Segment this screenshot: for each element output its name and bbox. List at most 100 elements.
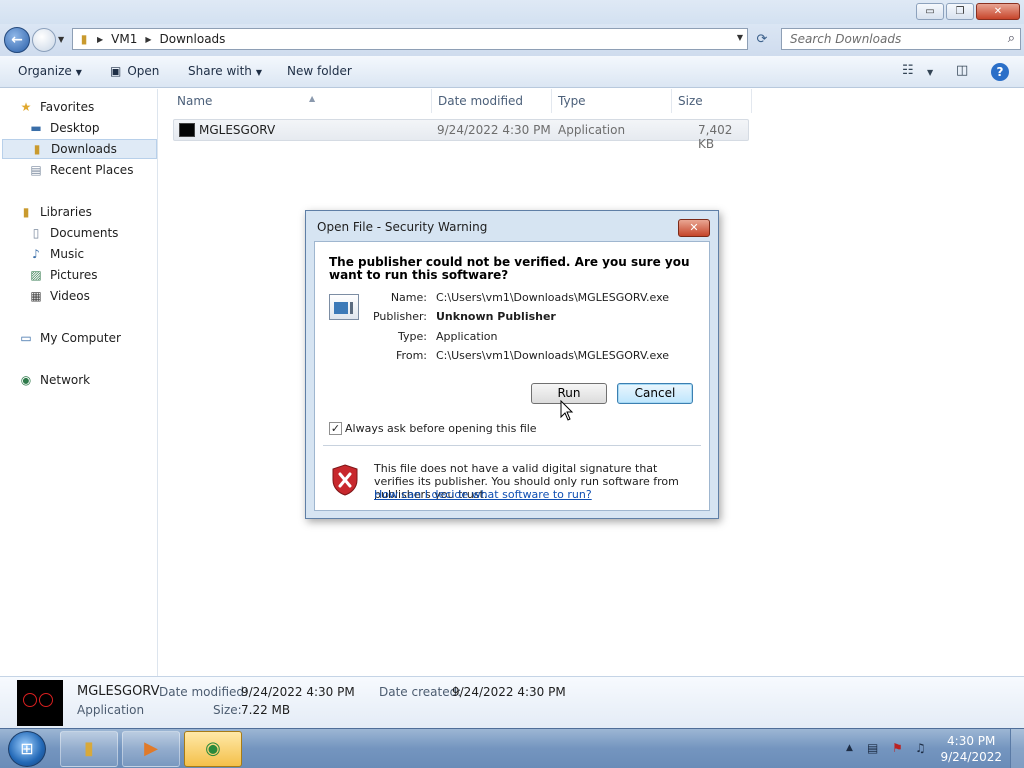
- forward-button[interactable]: [32, 28, 56, 52]
- help-link[interactable]: How can I decide what software to run?: [374, 488, 592, 501]
- name-value: C:\Users\vm1\Downloads\MGLESGORV.exe: [436, 291, 670, 304]
- sidebar-item-label: Favorites: [40, 100, 95, 114]
- organize-menu[interactable]: Organize ▼: [18, 64, 82, 78]
- close-button[interactable]: ✕: [976, 3, 1020, 20]
- preview-pane-icon[interactable]: ◫: [956, 63, 968, 78]
- back-button[interactable]: ←: [4, 27, 30, 53]
- minimize-button[interactable]: ▭: [916, 3, 944, 20]
- open-button[interactable]: ▣ Open: [110, 64, 159, 78]
- search-icon[interactable]: ⌕: [1008, 31, 1015, 46]
- breadcrumb-downloads[interactable]: Downloads: [160, 32, 226, 46]
- computer-icon: ▭: [20, 331, 32, 345]
- action-center-flag-icon[interactable]: ⚑: [892, 741, 903, 755]
- details-date-created-label: Date created:: [379, 685, 462, 699]
- thumbnail-circle-shape: [39, 693, 53, 707]
- videos-icon: ▦: [30, 289, 42, 303]
- share-with-menu[interactable]: Share with ▼: [188, 64, 262, 78]
- star-icon: ★: [20, 100, 32, 114]
- taskbar-chrome-button[interactable]: ◉: [184, 731, 242, 767]
- sidebar-item-my-computer[interactable]: ▭ My Computer: [18, 328, 158, 348]
- file-name: MGLESGORV: [199, 123, 276, 137]
- sidebar-item-favorites[interactable]: ★ Favorites: [18, 97, 158, 117]
- chevron-down-icon: ▼: [75, 68, 82, 77]
- details-file-name: MGLESGORV: [77, 684, 160, 699]
- sidebar-item-libraries[interactable]: ▮ Libraries: [18, 202, 158, 222]
- dialog-close-button[interactable]: ✕: [678, 219, 710, 237]
- name-label: Name:: [390, 291, 427, 304]
- media-player-icon: ▶: [144, 738, 158, 759]
- address-dropdown-icon[interactable]: ▼: [737, 33, 743, 42]
- share-with-label: Share with: [188, 64, 252, 78]
- view-options-dropdown-icon[interactable]: ▼: [927, 68, 933, 77]
- sidebar-item-recent-places[interactable]: ▤ Recent Places: [28, 160, 158, 180]
- sidebar-item-documents[interactable]: ▯ Documents: [28, 223, 158, 243]
- start-button[interactable]: ⊞: [8, 731, 46, 767]
- from-label: From:: [396, 349, 427, 362]
- column-header-size[interactable]: Size: [672, 89, 752, 113]
- view-options-icon[interactable]: ☷: [902, 63, 914, 78]
- search-box[interactable]: ⌕: [781, 28, 1021, 50]
- column-header-date-modified[interactable]: Date modified: [432, 89, 552, 113]
- sidebar-item-label: Documents: [50, 226, 119, 240]
- address-row: ← ▼ ▮ ▶ VM1 ▶ Downloads ▼ ⟳ ⌕: [0, 24, 1024, 56]
- address-bar[interactable]: ▮ ▶ VM1 ▶ Downloads ▼: [72, 28, 748, 50]
- refresh-icon[interactable]: ⟳: [752, 30, 772, 50]
- sidebar-item-label: Videos: [50, 289, 90, 303]
- volume-icon[interactable]: ♫: [915, 741, 926, 755]
- open-label: Open: [127, 64, 160, 78]
- music-icon: ♪: [32, 247, 40, 261]
- column-header-name[interactable]: Name ▲: [171, 89, 432, 113]
- open-icon: ▣: [110, 64, 122, 78]
- breadcrumb-vm1[interactable]: VM1: [111, 32, 137, 46]
- breadcrumb-chevron-icon[interactable]: ▶: [145, 35, 151, 44]
- table-row[interactable]: MGLESGORV 9/24/2022 4:30 PM Application …: [173, 119, 749, 151]
- desktop-icon: ▬: [30, 121, 42, 135]
- file-date-modified: 9/24/2022 4:30 PM: [437, 123, 551, 137]
- sidebar-item-videos[interactable]: ▦ Videos: [28, 286, 158, 306]
- taskbar-explorer-button[interactable]: ▮: [60, 731, 118, 767]
- sidebar-item-music[interactable]: ♪ Music: [28, 244, 158, 264]
- new-folder-button[interactable]: New folder: [287, 64, 352, 78]
- folder-icon: ▮: [80, 32, 88, 46]
- sidebar-item-label: Network: [40, 373, 91, 387]
- help-icon[interactable]: ?: [991, 63, 1009, 81]
- chevron-down-icon: ▼: [255, 68, 263, 77]
- publisher-label: Publisher:: [372, 310, 427, 323]
- pictures-icon: ▨: [30, 268, 42, 282]
- sidebar-item-desktop[interactable]: ▬ Desktop: [28, 118, 158, 138]
- sidebar-item-label: My Computer: [40, 331, 121, 345]
- search-input[interactable]: [782, 29, 982, 49]
- type-value: Application: [436, 330, 498, 343]
- network-tray-icon[interactable]: ▤: [867, 741, 878, 755]
- taskbar-media-player-button[interactable]: ▶: [122, 731, 180, 767]
- cancel-button[interactable]: Cancel: [617, 383, 693, 404]
- file-size: 7,402 KB: [698, 123, 733, 151]
- column-header-label: Name: [177, 94, 213, 108]
- downloads-folder-icon: ▮: [33, 142, 41, 156]
- system-clock[interactable]: 4:30 PM 9/24/2022: [940, 733, 1002, 765]
- show-desktop-button[interactable]: [1010, 729, 1024, 768]
- recent-places-icon: ▤: [30, 163, 42, 177]
- details-date-modified-label: Date modified:: [159, 685, 249, 699]
- always-ask-label: Always ask before opening this file: [345, 422, 537, 435]
- warning-shield-icon: [332, 464, 358, 496]
- details-date-modified: 9/24/2022 4:30 PM: [241, 685, 355, 699]
- clock-time: 4:30 PM: [947, 734, 996, 748]
- recent-pages-dropdown[interactable]: ▼: [58, 35, 64, 44]
- maximize-button[interactable]: ❐: [946, 3, 974, 20]
- documents-icon: ▯: [32, 226, 40, 240]
- details-file-type: Application: [77, 703, 145, 717]
- sidebar-item-downloads[interactable]: ▮ Downloads: [2, 139, 157, 159]
- breadcrumb-chevron-icon[interactable]: ▶: [97, 35, 103, 44]
- network-icon: ◉: [20, 373, 32, 387]
- sidebar-item-network[interactable]: ◉ Network: [18, 370, 158, 390]
- security-warning-dialog: Open File - Security Warning ✕ The publi…: [305, 210, 719, 519]
- taskbar: ⊞ ▮ ▶ ◉ ▲ ▤ ⚑ ♫ 4:30 PM 9/24/2022: [0, 728, 1024, 768]
- column-header-type[interactable]: Type: [552, 89, 672, 113]
- file-thumbnail: [17, 680, 63, 726]
- mouse-cursor-icon: [560, 400, 574, 421]
- sidebar-item-pictures[interactable]: ▨ Pictures: [28, 265, 158, 285]
- always-ask-checkbox[interactable]: ✓: [329, 422, 342, 435]
- libraries-icon: ▮: [22, 205, 30, 219]
- show-hidden-icons-icon[interactable]: ▲: [846, 743, 853, 753]
